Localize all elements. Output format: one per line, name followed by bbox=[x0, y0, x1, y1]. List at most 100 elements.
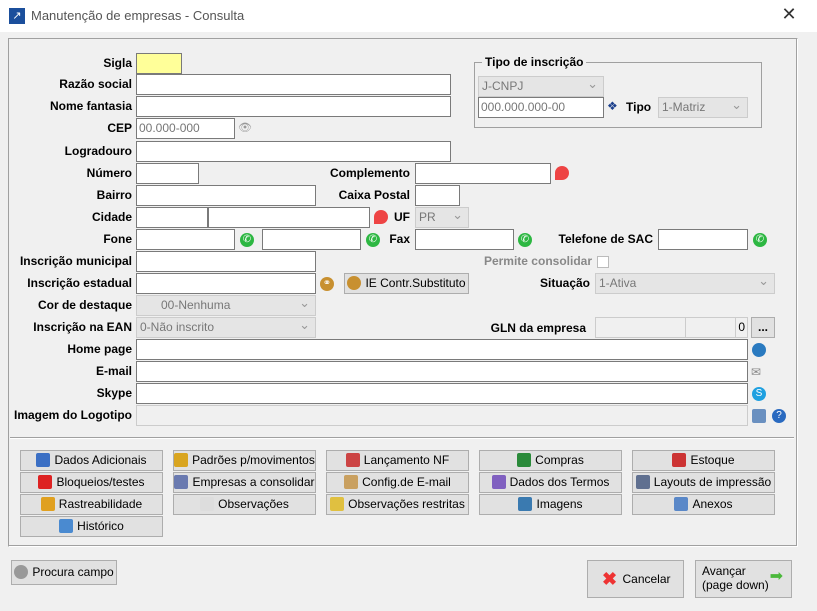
globe-icon[interactable] bbox=[752, 343, 766, 357]
whatsapp-icon[interactable]: ✆ bbox=[366, 233, 380, 247]
razao-social-input[interactable] bbox=[136, 74, 451, 95]
open-image-icon[interactable] bbox=[752, 409, 766, 423]
label-home: Home page bbox=[67, 342, 132, 356]
action-button-anexos[interactable]: Anexos bbox=[632, 494, 775, 515]
situacao-select[interactable]: 1-Ativa bbox=[595, 271, 775, 294]
procura-campo-button[interactable]: Procura campo bbox=[11, 560, 117, 585]
action-icon bbox=[491, 475, 506, 489]
logradouro-input[interactable] bbox=[136, 141, 451, 162]
avancar-button[interactable]: Avançar (page down) ➡ bbox=[695, 560, 792, 598]
gln-more-button[interactable]: ... bbox=[751, 317, 775, 338]
action-button-compras[interactable]: Compras bbox=[479, 450, 622, 471]
fone1-input[interactable] bbox=[136, 229, 235, 250]
label-ean: Inscrição na EAN bbox=[33, 320, 132, 334]
home-page-input[interactable] bbox=[136, 339, 748, 360]
cor-destaque-select[interactable]: 00-Nenhuma bbox=[136, 293, 316, 316]
action-button-empresas-a-consolidar[interactable]: Empresas a consolidar bbox=[173, 472, 316, 493]
search-cep-icon[interactable]: 👁 bbox=[238, 121, 252, 134]
sigla-input[interactable] bbox=[136, 53, 182, 74]
action-button-observa-es-restritas[interactable]: Observações restritas bbox=[326, 494, 469, 515]
action-button-config-de-e-mail[interactable]: Config.de E-mail bbox=[326, 472, 469, 493]
cidade-code-input[interactable] bbox=[136, 207, 208, 228]
logo-image-input bbox=[136, 405, 748, 426]
tipo-inscricao-title: Tipo de inscrição bbox=[482, 55, 587, 69]
label-consolidar: Permite consolidar bbox=[483, 254, 592, 268]
action-icon bbox=[344, 475, 359, 489]
label-im: Inscrição municipal bbox=[19, 254, 132, 268]
action-button-estoque[interactable]: Estoque bbox=[632, 450, 775, 471]
map-pin-icon[interactable] bbox=[374, 210, 388, 224]
fone2-input[interactable] bbox=[262, 229, 361, 250]
action-icon bbox=[517, 453, 532, 467]
action-icon bbox=[200, 497, 215, 511]
action-button-layouts-de-impress-o[interactable]: Layouts de impressão bbox=[632, 472, 775, 493]
skype-input[interactable] bbox=[136, 383, 748, 404]
link-icon[interactable]: ⚭ bbox=[320, 277, 334, 291]
ie-contr-substituto-button[interactable]: IE Contr.Substituto bbox=[344, 273, 469, 294]
map-pin-icon[interactable] bbox=[555, 166, 569, 180]
action-button-hist-rico[interactable]: Histórico bbox=[20, 516, 163, 537]
cep-input[interactable]: 00.000-000 bbox=[136, 118, 235, 139]
action-button-padr-es-p-movimentos[interactable]: Padrões p/movimentos bbox=[173, 450, 316, 471]
label-fantasia: Nome fantasia bbox=[49, 99, 132, 113]
action-icon bbox=[174, 475, 189, 489]
label-cor: Cor de destaque bbox=[37, 298, 132, 312]
label-situacao: Situação bbox=[539, 276, 590, 290]
action-icon bbox=[330, 497, 345, 511]
cnpj-input[interactable]: 000.000.000-00 bbox=[478, 97, 604, 118]
sac-input[interactable] bbox=[658, 229, 748, 250]
close-button[interactable]: ✕ bbox=[775, 4, 803, 26]
cidade-name-input[interactable] bbox=[208, 207, 370, 228]
skype-icon[interactable]: S bbox=[752, 387, 766, 401]
action-button-lan-amento-nf[interactable]: Lançamento NF bbox=[326, 450, 469, 471]
tipo-inscricao-select[interactable]: J-CNPJ bbox=[478, 74, 604, 97]
label-logradouro: Logradouro bbox=[64, 144, 132, 158]
link-icon bbox=[347, 276, 362, 290]
numero-input[interactable] bbox=[136, 163, 199, 184]
label-cep: CEP bbox=[107, 121, 132, 135]
bairro-input[interactable] bbox=[136, 185, 316, 206]
label-razao: Razão social bbox=[59, 77, 132, 91]
action-button-rastreabilidade[interactable]: Rastreabilidade bbox=[20, 494, 163, 515]
inscricao-ean-select[interactable]: 0-Não inscrito bbox=[136, 315, 316, 338]
uf-select[interactable]: PR bbox=[415, 205, 469, 228]
label-logo: Imagem do Logotipo bbox=[14, 408, 132, 422]
action-button-bloqueios-testes[interactable]: Bloqueios/testes bbox=[20, 472, 163, 493]
action-button-imagens[interactable]: Imagens bbox=[479, 494, 622, 515]
nome-fantasia-input[interactable] bbox=[136, 96, 451, 117]
label-numero: Número bbox=[86, 166, 132, 180]
email-input[interactable] bbox=[136, 361, 748, 382]
gln-input-2 bbox=[685, 317, 736, 338]
complemento-input[interactable] bbox=[415, 163, 551, 184]
label-sac: Telefone de SAC bbox=[558, 232, 653, 246]
receita-icon[interactable]: ❖ bbox=[607, 99, 618, 113]
action-icon bbox=[345, 453, 360, 467]
action-icon bbox=[59, 519, 74, 533]
label-fone: Fone bbox=[103, 232, 132, 246]
separator bbox=[10, 437, 794, 439]
action-icon bbox=[38, 475, 53, 489]
window-title: Manutenção de empresas - Consulta bbox=[31, 8, 245, 23]
gln-digit: 0 bbox=[735, 317, 748, 338]
action-icon bbox=[672, 453, 687, 467]
label-email: E-mail bbox=[95, 364, 132, 378]
inscricao-municipal-input[interactable] bbox=[136, 251, 316, 272]
label-gln: GLN da empresa bbox=[490, 321, 586, 335]
action-button-observa-es[interactable]: Observações bbox=[173, 494, 316, 515]
help-icon[interactable]: ? bbox=[772, 409, 786, 423]
whatsapp-icon[interactable]: ✆ bbox=[518, 233, 532, 247]
fax-input[interactable] bbox=[415, 229, 514, 250]
label-complemento: Complemento bbox=[329, 166, 410, 180]
action-button-dados-dos-termos[interactable]: Dados dos Termos bbox=[479, 472, 622, 493]
inscricao-estadual-input[interactable] bbox=[136, 273, 316, 294]
permite-consolidar-checkbox[interactable] bbox=[597, 256, 609, 268]
envelope-icon[interactable]: ✉ bbox=[751, 365, 761, 379]
tipo-select[interactable]: 1-Matriz bbox=[658, 95, 748, 118]
caixa-postal-input[interactable] bbox=[415, 185, 460, 206]
label-caixa: Caixa Postal bbox=[338, 188, 410, 202]
cancel-button[interactable]: ✖ Cancelar bbox=[587, 560, 684, 598]
arrow-right-icon: ➡ bbox=[769, 568, 783, 585]
whatsapp-icon[interactable]: ✆ bbox=[240, 233, 254, 247]
whatsapp-icon[interactable]: ✆ bbox=[753, 233, 767, 247]
action-button-dados-adicionais[interactable]: Dados Adicionais bbox=[20, 450, 163, 471]
